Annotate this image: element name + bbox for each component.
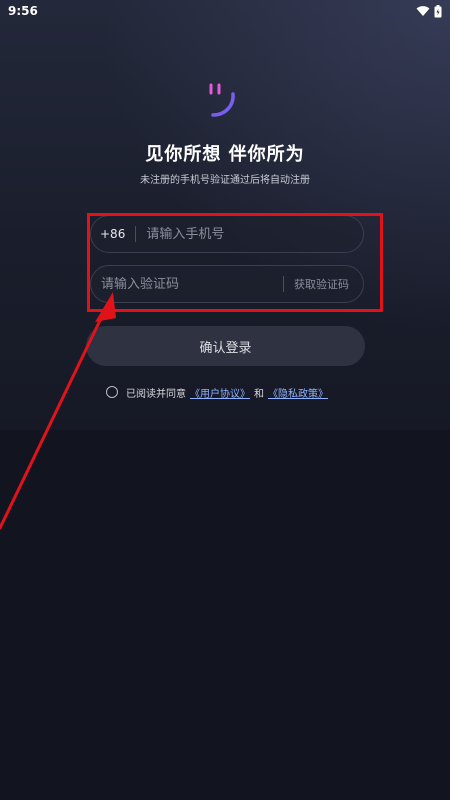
- page-subtitle: 未注册的手机号验证通过后将自动注册: [140, 175, 310, 186]
- background-bottom: [0, 430, 450, 800]
- status-time: 9:56: [8, 4, 38, 18]
- smile-logo-icon: [209, 83, 235, 117]
- status-icons: [416, 4, 442, 18]
- user-agreement-link[interactable]: 《用户协议》: [190, 385, 250, 400]
- wifi-icon: [416, 6, 430, 16]
- page-title: 见你所想 伴你所为: [145, 144, 305, 165]
- login-button[interactable]: 确认登录: [86, 326, 365, 366]
- battery-icon: [434, 4, 442, 17]
- agreement-conjunction: 和: [254, 388, 264, 400]
- agreement-checkbox[interactable]: [106, 386, 118, 398]
- privacy-policy-link[interactable]: 《隐私政策》: [268, 385, 328, 400]
- status-bar: 9:56: [0, 0, 450, 22]
- agreement-row: 已阅读并同意 《用户协议》 和 《隐私政策》: [106, 384, 328, 400]
- annotation-highlight-box: [87, 213, 383, 312]
- agreement-prefix: 已阅读并同意: [126, 388, 186, 400]
